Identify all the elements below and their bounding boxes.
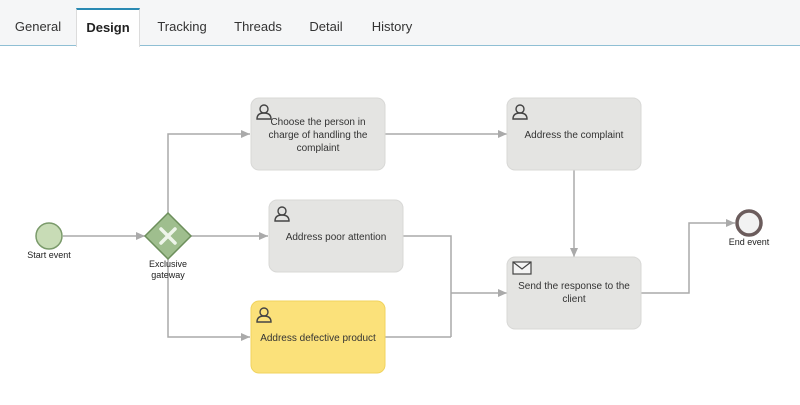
task-choose-person-line1: Choose the person in — [270, 117, 365, 128]
exclusive-gateway[interactable] — [143, 211, 193, 261]
end-event[interactable] — [735, 209, 763, 237]
tab-tracking[interactable]: Tracking — [146, 8, 218, 46]
tab-design[interactable]: Design — [76, 8, 140, 47]
task-address-poor-attention[interactable]: Address poor attention — [268, 199, 404, 273]
process-design-canvas[interactable]: Start event Exclusive gateway Choose the… — [0, 46, 800, 400]
start-event[interactable] — [35, 222, 63, 250]
gateway-label-line1: Exclusive — [149, 259, 187, 269]
task-send-response[interactable]: Send the response to the client — [506, 256, 642, 330]
end-event-label: End event — [729, 237, 770, 247]
tab-detail[interactable]: Detail — [298, 8, 354, 46]
bpmn-diagram: Start event Exclusive gateway Choose the… — [27, 97, 770, 374]
flow-poor-attention-join — [403, 235, 452, 337]
tab-bar: General Design Tracking Threads Detail H… — [0, 0, 800, 47]
task-address-defective-product-label: Address defective product — [260, 333, 376, 344]
task-address-defective-product[interactable]: Address defective product — [250, 300, 386, 374]
task-address-complaint-label: Address the complaint — [525, 130, 624, 141]
task-choose-person[interactable]: Choose the person in charge of handling … — [250, 97, 386, 171]
task-address-complaint[interactable]: Address the complaint — [506, 97, 642, 171]
envelope-icon — [512, 261, 532, 275]
tab-threads[interactable]: Threads — [224, 8, 292, 46]
flow-gateway-to-choose — [167, 130, 250, 213]
task-send-response-line2: client — [562, 294, 586, 305]
flow-send-to-end — [641, 219, 735, 294]
tab-history[interactable]: History — [360, 8, 424, 46]
task-choose-person-line2: charge of handling the — [269, 130, 368, 141]
task-address-poor-attention-label: Address poor attention — [286, 232, 387, 243]
tab-general[interactable]: General — [4, 8, 72, 46]
gateway-label-line2: gateway — [151, 270, 185, 280]
task-send-response-line1: Send the response to the — [518, 281, 630, 292]
start-event-label: Start event — [27, 250, 71, 260]
task-choose-person-line3: complaint — [297, 143, 340, 154]
